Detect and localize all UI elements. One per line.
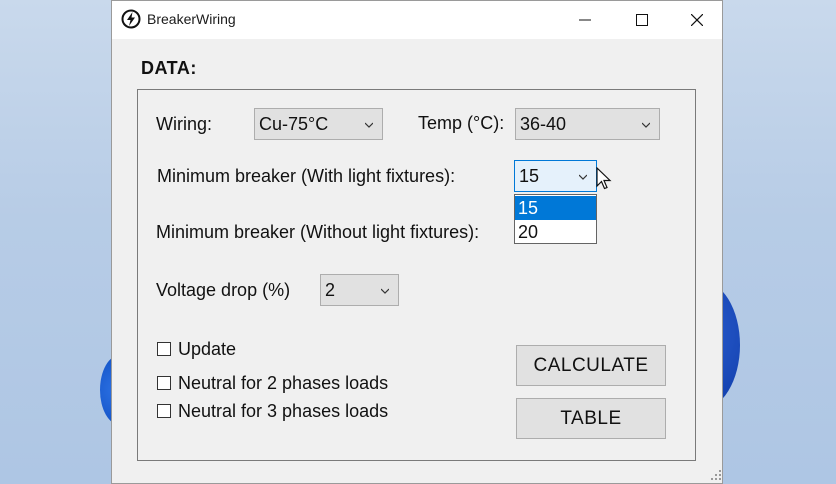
chevron-down-icon bbox=[365, 122, 373, 128]
window-title: BreakerWiring bbox=[147, 11, 236, 27]
temp-select[interactable]: 36-40 bbox=[515, 108, 660, 140]
chevron-down-icon bbox=[381, 288, 389, 294]
section-title: DATA: bbox=[141, 58, 197, 78]
app-window: BreakerWiring DATA: Wiring: Cu-75°C Temp… bbox=[111, 0, 723, 484]
dropdown-option-15[interactable]: 15 bbox=[515, 196, 596, 220]
title-bar[interactable]: BreakerWiring bbox=[112, 1, 722, 39]
neutral-3-phases-checkbox[interactable] bbox=[157, 404, 171, 418]
temp-label: Temp (°C): bbox=[418, 113, 505, 133]
chevron-down-icon bbox=[642, 122, 650, 128]
mouse-cursor-icon bbox=[596, 167, 612, 190]
resize-grip-icon[interactable] bbox=[710, 469, 722, 481]
wiring-label: Wiring: bbox=[156, 114, 213, 134]
close-icon bbox=[691, 14, 703, 26]
neutral-2-phases-label: Neutral for 2 phases loads bbox=[178, 373, 389, 393]
voltage-drop-value: 2 bbox=[325, 280, 336, 300]
min-breaker-with-value: 15 bbox=[519, 166, 540, 186]
dropdown-option-20[interactable]: 20 bbox=[515, 220, 596, 244]
min-breaker-without-label: Minimum breaker (Without light fixtures)… bbox=[156, 222, 480, 242]
calculate-button[interactable]: CALCULATE bbox=[516, 345, 666, 386]
min-breaker-with-label: Minimum breaker (With light fixtures): bbox=[157, 166, 456, 186]
table-button[interactable]: TABLE bbox=[516, 398, 666, 439]
chevron-down-icon bbox=[579, 174, 587, 180]
voltage-drop-label: Voltage drop (%) bbox=[156, 280, 291, 300]
maximize-icon bbox=[636, 14, 648, 26]
minimize-icon bbox=[579, 19, 591, 21]
breaker-dropdown-list[interactable]: 15 20 bbox=[514, 194, 597, 244]
wiring-value: Cu-75°C bbox=[259, 114, 329, 134]
minimize-button[interactable] bbox=[560, 1, 610, 39]
neutral-2-phases-checkbox[interactable] bbox=[157, 376, 171, 390]
wiring-select[interactable]: Cu-75°C bbox=[254, 108, 383, 140]
close-button[interactable] bbox=[672, 1, 722, 39]
update-label: Update bbox=[178, 339, 237, 359]
maximize-button[interactable] bbox=[617, 1, 667, 39]
neutral-3-phases-label: Neutral for 3 phases loads bbox=[178, 401, 389, 421]
app-lightning-icon bbox=[121, 9, 141, 29]
update-checkbox[interactable] bbox=[157, 342, 171, 356]
min-breaker-with-select[interactable]: 15 bbox=[514, 160, 597, 192]
temp-value: 36-40 bbox=[520, 114, 567, 134]
voltage-drop-select[interactable]: 2 bbox=[320, 274, 399, 306]
